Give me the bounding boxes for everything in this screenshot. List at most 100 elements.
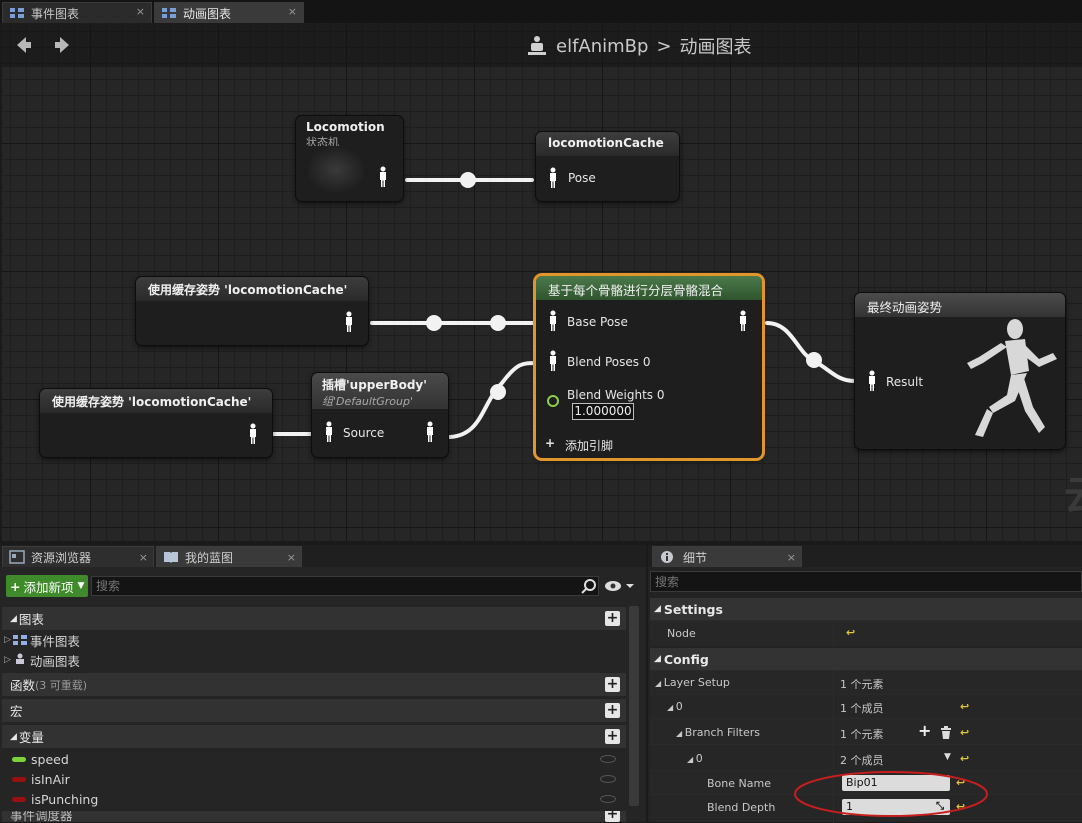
reroute-node[interactable] bbox=[806, 352, 822, 368]
blend-weight-pin-icon[interactable] bbox=[547, 395, 559, 407]
close-icon[interactable]: × bbox=[288, 5, 297, 18]
bool-type-icon bbox=[12, 796, 26, 802]
result-pin-icon[interactable] bbox=[867, 370, 877, 392]
add-function-button[interactable]: + bbox=[605, 677, 620, 692]
blend-weight-input[interactable]: 1.000000 bbox=[572, 403, 634, 420]
details-row-layer-0[interactable]: ◢ 0 1 个成员 ↩ bbox=[650, 694, 1082, 719]
add-variable-button[interactable]: + bbox=[605, 729, 620, 744]
result-pin-label: Result bbox=[886, 375, 924, 389]
expand-arrow-icon: ◢ bbox=[10, 613, 17, 624]
close-icon[interactable]: × bbox=[287, 551, 296, 564]
add-graph-button[interactable]: + bbox=[605, 611, 620, 626]
node-subtitle: 组'DefaultGroup' bbox=[322, 395, 413, 408]
config-category[interactable]: ◢ Config bbox=[650, 648, 1082, 670]
source-pin-icon[interactable] bbox=[324, 421, 334, 443]
variable-name: isInAir bbox=[31, 771, 70, 787]
tab-label: 我的蓝图 bbox=[185, 550, 234, 565]
details-search-input[interactable] bbox=[650, 571, 1082, 592]
tab-event-graph[interactable]: 事件图表 × bbox=[2, 2, 152, 23]
add-new-button[interactable]: + 添加新项 ▼ bbox=[6, 575, 88, 597]
category-title: Config bbox=[663, 651, 709, 667]
tab-my-blueprint[interactable]: 我的蓝图 × bbox=[156, 546, 302, 567]
details-row-layer-setup[interactable]: ◢ Layer Setup 1 个元素 bbox=[650, 670, 1082, 695]
node-title: 最终动画姿势 bbox=[855, 293, 1065, 317]
reroute-node[interactable] bbox=[490, 315, 506, 331]
add-dispatcher-button[interactable]: + bbox=[605, 811, 620, 822]
details-row-node: Node ↩ bbox=[650, 620, 1082, 646]
slot-node[interactable]: 插槽'upperBody' 组'DefaultGroup' Source bbox=[312, 373, 448, 457]
output-pose-node[interactable]: 最终动画姿势 Result bbox=[855, 293, 1065, 449]
details-row-filter-0[interactable]: ◢ 0 2 个成员 ▼ ↩ bbox=[650, 744, 1082, 771]
visibility-eye-icon[interactable] bbox=[600, 775, 616, 783]
pose-pin-icon[interactable] bbox=[425, 421, 435, 443]
tab-label: 动画图表 bbox=[183, 6, 232, 21]
reset-to-default-icon[interactable]: ↩ bbox=[960, 752, 969, 765]
locomotion-node[interactable]: Locomotion 状态机 bbox=[296, 116, 403, 201]
property-value: 2 个成员 bbox=[840, 754, 884, 767]
base-pose-pin-icon[interactable] bbox=[548, 310, 558, 332]
reroute-node[interactable] bbox=[490, 384, 506, 400]
pose-pin-icon[interactable] bbox=[378, 166, 388, 188]
visibility-eye-icon[interactable] bbox=[604, 580, 634, 592]
macros-section[interactable]: 宏 + bbox=[2, 698, 626, 722]
anim-graph-icon bbox=[15, 653, 24, 664]
reroute-node[interactable] bbox=[426, 315, 442, 331]
add-element-icon[interactable]: + bbox=[918, 721, 931, 740]
add-pin-plus-icon[interactable]: + bbox=[545, 436, 555, 450]
tab-details[interactable]: 细节 × bbox=[652, 546, 802, 567]
item-label: 动画图表 bbox=[29, 653, 80, 669]
pose-pin-icon[interactable] bbox=[248, 423, 258, 445]
add-pin-button[interactable]: 添加引脚 bbox=[565, 437, 613, 454]
search-icon[interactable] bbox=[581, 578, 597, 594]
functions-section[interactable]: 函数 (3 可重载) + bbox=[2, 672, 626, 696]
close-icon[interactable]: × bbox=[136, 5, 145, 18]
settings-category[interactable]: ◢ Settings bbox=[650, 598, 1082, 620]
blend-poses-pin-icon[interactable] bbox=[548, 350, 558, 372]
visibility-eye-icon[interactable] bbox=[600, 795, 616, 803]
property-label: Layer Setup bbox=[663, 676, 730, 689]
item-label: 事件图表 bbox=[29, 633, 80, 649]
info-icon bbox=[661, 551, 673, 563]
category-title: Settings bbox=[663, 601, 723, 617]
layered-blend-per-bone-node[interactable]: 基于每个骨骼进行分层骨骼混合 Base Pose Blend Poses 0 B… bbox=[536, 276, 762, 458]
reset-to-default-icon[interactable]: ↩ bbox=[960, 700, 969, 713]
add-new-label: 添加新项 bbox=[23, 579, 74, 595]
tab-content-browser[interactable]: 资源浏览器 × bbox=[2, 546, 154, 567]
close-icon[interactable]: × bbox=[787, 551, 796, 564]
reroute-node[interactable] bbox=[460, 172, 476, 188]
reset-to-default-icon[interactable]: ↩ bbox=[960, 726, 969, 739]
visibility-eye-icon[interactable] bbox=[600, 755, 616, 763]
event-dispatchers-section[interactable]: 事件调度器 + bbox=[2, 810, 626, 822]
tab-label: 细节 bbox=[683, 550, 708, 565]
save-cached-pose-node[interactable]: locomotionCache Pose bbox=[536, 132, 679, 201]
pose-pin-icon[interactable] bbox=[548, 167, 558, 189]
add-macro-button[interactable]: + bbox=[605, 703, 620, 718]
my-blueprint-panel: 资源浏览器 × 我的蓝图 × + 添加新项 ▼ ◢ 图表 + ▷ 事件图表 ▷ … bbox=[0, 545, 646, 822]
pose-pin-icon[interactable] bbox=[344, 311, 354, 333]
collapsed-arrow-icon: ▷ bbox=[4, 635, 11, 645]
anim-graph-canvas[interactable]: elfAnimBp > 动画图表 Locomotion 状态机 locomoti… bbox=[2, 23, 1082, 541]
list-item-event-graph[interactable]: ▷ 事件图表 bbox=[4, 630, 80, 650]
section-title: 函数 bbox=[10, 678, 36, 693]
variable-row-speed[interactable]: speed bbox=[12, 749, 624, 769]
variables-section[interactable]: ◢ 变量 + bbox=[2, 724, 626, 748]
scrollbar[interactable] bbox=[629, 606, 639, 806]
dropdown-arrow-icon: ▼ bbox=[77, 581, 85, 591]
details-row-branch-filters[interactable]: ◢ Branch Filters 1 个元素 + ↩ bbox=[650, 718, 1082, 745]
output-pose-pin-icon[interactable] bbox=[738, 310, 748, 332]
close-icon[interactable]: × bbox=[139, 551, 148, 564]
variable-row-isinair[interactable]: isInAir bbox=[12, 769, 624, 789]
trash-icon[interactable] bbox=[940, 726, 952, 739]
list-item-anim-graph[interactable]: ▷ 动画图表 bbox=[4, 650, 80, 670]
graph-icon bbox=[162, 8, 176, 18]
use-cached-pose-node[interactable]: 使用缓存姿势 'locomotionCache' bbox=[40, 389, 272, 457]
section-title: 图表 bbox=[18, 612, 44, 627]
use-cached-pose-node[interactable]: 使用缓存姿势 'locomotionCache' bbox=[136, 277, 368, 345]
tab-anim-graph[interactable]: 动画图表 × bbox=[154, 2, 304, 23]
search-input[interactable] bbox=[91, 576, 599, 596]
variable-row-ispunching[interactable]: isPunching bbox=[12, 789, 624, 809]
graphs-section[interactable]: ◢ 图表 + bbox=[2, 606, 626, 630]
reset-to-default-icon[interactable]: ↩ bbox=[846, 626, 855, 639]
variable-name: isPunching bbox=[31, 791, 99, 807]
dropdown-arrow-icon[interactable]: ▼ bbox=[944, 752, 951, 762]
